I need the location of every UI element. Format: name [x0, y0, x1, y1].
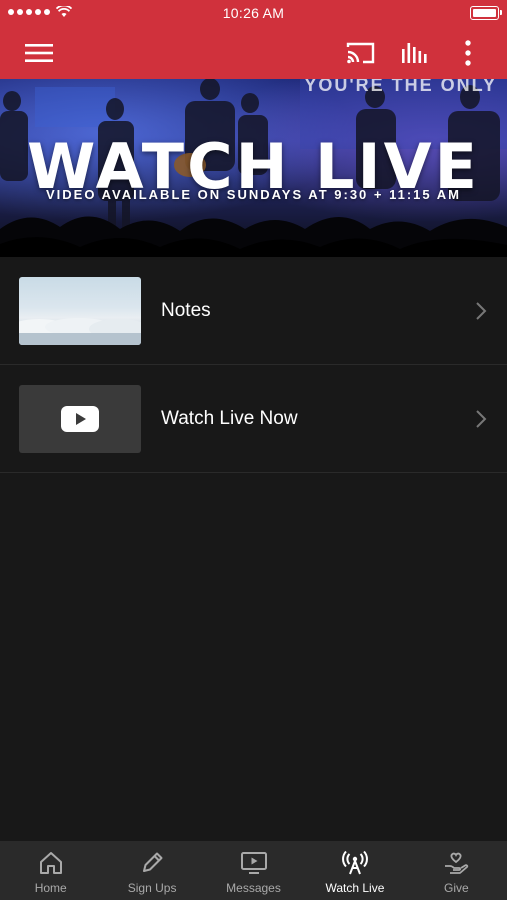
tab-home[interactable]: Home — [0, 841, 101, 900]
watch-live-now-label: Watch Live Now — [161, 408, 298, 429]
chevron-right-icon — [476, 302, 487, 320]
list-item-notes[interactable]: Notes — [0, 257, 507, 365]
cast-icon — [346, 42, 375, 63]
tab-messages[interactable]: Messages — [203, 841, 304, 900]
tab-sign-ups-label: Sign Ups — [127, 881, 177, 895]
more-vertical-icon — [465, 39, 471, 66]
tab-bar: Home Sign Ups Messages Watch Live Give — [0, 841, 507, 900]
notes-label: Notes — [161, 300, 211, 321]
tv-play-icon — [240, 852, 267, 874]
video-thumbnail — [19, 385, 141, 453]
battery-icon — [470, 6, 502, 20]
tab-home-label: Home — [34, 881, 67, 895]
more-button[interactable] — [446, 26, 490, 79]
audio-button[interactable] — [393, 26, 437, 79]
home-icon — [39, 852, 62, 874]
content-list: Notes Watch Live Now — [0, 257, 507, 473]
hero-background-text: YOU'RE THE ONLY — [304, 79, 497, 95]
tab-sign-ups[interactable]: Sign Ups — [101, 841, 202, 900]
pencil-icon — [143, 852, 163, 872]
menu-button[interactable] — [17, 26, 61, 79]
app-header — [0, 26, 507, 79]
tab-messages-label: Messages — [226, 881, 281, 895]
tab-watch-live-label: Watch Live — [325, 881, 385, 895]
cast-button[interactable] — [339, 26, 383, 79]
signal-dots-icon — [8, 9, 50, 15]
list-item-watch-live-now[interactable]: Watch Live Now — [0, 365, 507, 473]
broadcast-icon — [341, 850, 368, 875]
audio-bars-icon — [402, 42, 427, 63]
signal-indicator — [8, 6, 72, 18]
hamburger-icon — [25, 43, 53, 62]
hero-banner: YOU'RE THE ONLY WATCH LIVE VIDEO AVAILAB… — [0, 79, 507, 257]
hero-subtitle: VIDEO AVAILABLE ON SUNDAYS AT 9:30 + 11:… — [46, 187, 461, 202]
tab-watch-live[interactable]: Watch Live — [304, 841, 405, 900]
chevron-right-icon — [476, 410, 487, 428]
clouds-image — [19, 277, 141, 345]
status-bar: 10:26 AM — [0, 0, 507, 26]
youtube-play-icon — [61, 406, 99, 432]
hand-heart-icon — [445, 852, 469, 874]
wifi-icon — [56, 6, 72, 17]
tab-give-label: Give — [443, 881, 469, 895]
status-time: 10:26 AM — [222, 5, 285, 21]
tab-give[interactable]: Give — [406, 841, 507, 900]
